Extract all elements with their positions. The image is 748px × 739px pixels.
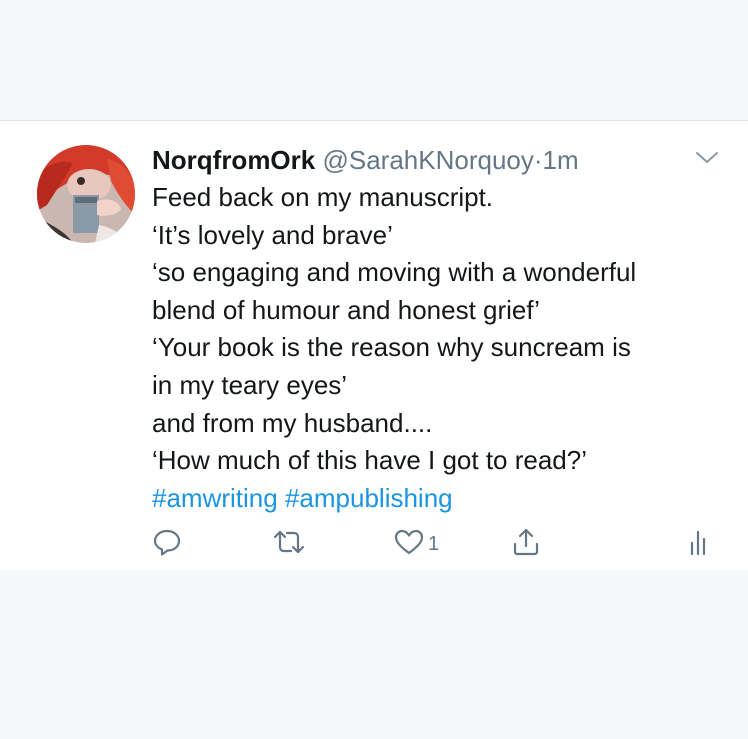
retweet-icon bbox=[272, 527, 306, 562]
like-button[interactable]: 1 bbox=[393, 527, 439, 561]
tweet-text: Feed back on my manuscript. ‘It’s lovely… bbox=[152, 179, 732, 517]
hashtag-line: #amwriting #ampublishing bbox=[152, 480, 732, 518]
tweet-card[interactable]: NorqfromOrk @SarahKNorquoy·1m Feed back … bbox=[0, 120, 748, 570]
chevron-down-icon[interactable] bbox=[694, 149, 720, 167]
heart-icon bbox=[393, 527, 425, 562]
action-bar: 1 bbox=[0, 527, 748, 561]
top-background bbox=[0, 0, 748, 120]
analytics-icon bbox=[688, 527, 712, 562]
hashtag-link[interactable]: #amwriting bbox=[152, 483, 278, 513]
tweet-line: and from my husband.... bbox=[152, 407, 433, 438]
timestamp[interactable]: 1m bbox=[543, 145, 579, 175]
tweet-line: ‘How much of this have I got to read?’ bbox=[152, 445, 588, 476]
share-button[interactable] bbox=[511, 527, 541, 561]
separator-dot: · bbox=[533, 145, 543, 175]
reply-button[interactable] bbox=[152, 527, 182, 561]
like-count: 1 bbox=[428, 533, 440, 555]
analytics-button[interactable] bbox=[688, 527, 712, 561]
retweet-button[interactable] bbox=[272, 527, 306, 561]
reply-icon bbox=[152, 527, 182, 562]
tweet-line: in my teary eyes’ bbox=[152, 369, 348, 400]
tweet-line: Feed back on my manuscript. bbox=[152, 182, 494, 212]
hashtag-link[interactable]: #ampublishing bbox=[285, 483, 453, 513]
share-icon bbox=[511, 527, 541, 562]
avatar[interactable] bbox=[37, 145, 135, 243]
bottom-background bbox=[0, 570, 748, 739]
tweet-line: ‘so engaging and moving with a wonderful bbox=[152, 257, 637, 288]
tweet-header: NorqfromOrk @SarahKNorquoy·1m bbox=[152, 143, 579, 177]
display-name[interactable]: NorqfromOrk bbox=[152, 145, 315, 175]
user-handle[interactable]: @SarahKNorquoy bbox=[322, 145, 533, 175]
tweet-line: blend of humour and honest grief’ bbox=[152, 294, 540, 325]
tweet-line: ‘Your book is the reason why suncream is bbox=[152, 332, 631, 363]
tweet-line: ‘It’s lovely and brave’ bbox=[152, 219, 393, 250]
